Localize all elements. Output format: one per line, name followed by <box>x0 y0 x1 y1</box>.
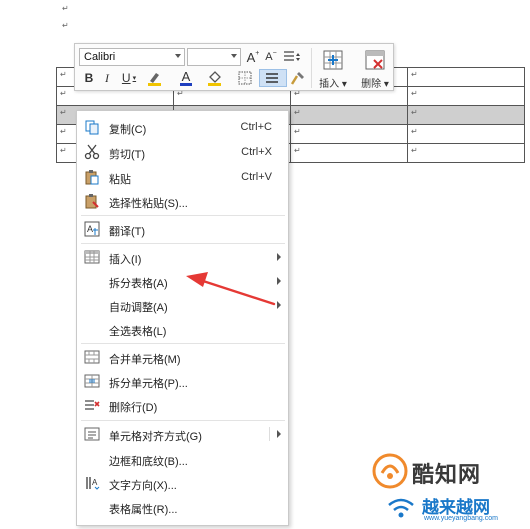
align-button[interactable] <box>259 69 287 87</box>
wifi-logo-icon <box>388 498 414 518</box>
underline-button[interactable]: U ▾ <box>117 69 141 87</box>
paint-bucket-icon <box>208 71 221 86</box>
borders-button[interactable] <box>233 69 257 87</box>
shrink-font-button[interactable]: A − <box>263 48 279 66</box>
table-insert-icon <box>323 50 343 70</box>
table-delete-icon <box>365 50 385 70</box>
font-name-select[interactable]: Calibri <box>79 48 185 66</box>
cell-align-icon <box>84 427 100 441</box>
submenu-arrow-icon <box>277 277 281 285</box>
table-cell[interactable]: ↵ <box>407 143 525 163</box>
copy-icon <box>85 120 99 135</box>
borders-icon <box>238 71 252 85</box>
table-cell[interactable]: ↵ <box>290 124 408 144</box>
bold-button[interactable]: B <box>81 69 97 87</box>
font-color-button[interactable]: A <box>173 69 199 87</box>
menu-item-cut[interactable]: 剪切(T) Ctrl+X <box>77 140 288 164</box>
line-spacing-button[interactable] <box>281 48 305 66</box>
table-cell[interactable]: ↵ <box>407 105 525 125</box>
paste-special-icon <box>85 194 99 209</box>
watermark-logo: 酷知网 越来越网 www.yueyangbang.com <box>352 451 530 529</box>
submenu-arrow-icon <box>277 430 281 438</box>
merge-cells-icon <box>84 350 100 364</box>
submenu-arrow-icon <box>277 253 281 261</box>
text-direction-icon: A <box>86 477 100 490</box>
menu-item-delete-row[interactable]: 删除行(D) <box>77 393 288 417</box>
submenu-divider <box>269 427 270 441</box>
toolbar-separator <box>311 48 312 88</box>
context-menu: 复制(C) Ctrl+C 剪切(T) Ctrl+X 粘贴 Ctrl+V 选择性粘… <box>76 110 289 526</box>
menu-separator <box>81 215 285 216</box>
table-insert-icon <box>84 250 100 264</box>
paragraph-mark: ↵ <box>62 4 69 13</box>
svg-text:A: A <box>92 478 98 487</box>
table-cell[interactable]: ↵ <box>407 124 525 144</box>
highlight-button[interactable] <box>143 69 169 87</box>
menu-item-translate[interactable]: A 翻译(T) <box>77 217 288 241</box>
menu-item-copy[interactable]: 复制(C) Ctrl+C <box>77 115 288 139</box>
format-painter-button[interactable] <box>289 69 307 87</box>
mini-toolbar: Calibri A + A − B I U ▾ A 插入 ▾ 删除 ▾ <box>74 43 394 91</box>
table-cell[interactable]: ↵ <box>290 143 408 163</box>
menu-item-borders-shading[interactable]: 边框和底纹(B)... <box>77 447 288 471</box>
table-cell[interactable]: ↵ <box>407 86 525 106</box>
menu-item-insert[interactable]: 插入(I) <box>77 245 288 269</box>
submenu-arrow-icon <box>277 301 281 309</box>
brand-name-top: 酷知网 <box>412 462 482 487</box>
fill-color-button[interactable] <box>203 69 229 87</box>
split-cells-icon <box>84 374 100 388</box>
translate-icon: A <box>84 221 100 237</box>
menu-item-select-table[interactable]: 全选表格(L) <box>77 317 288 341</box>
highlighter-icon <box>148 73 161 86</box>
grow-font-button[interactable]: A + <box>245 48 261 66</box>
paragraph-mark: ↵ <box>62 21 69 30</box>
font-color-bar <box>180 83 192 86</box>
brand-url: www.yueyangbang.com <box>424 515 498 522</box>
align-center-icon <box>266 73 278 83</box>
menu-separator <box>81 243 285 244</box>
menu-item-split-table[interactable]: 拆分表格(A) <box>77 269 288 293</box>
line-spacing-icon <box>284 51 300 61</box>
menu-item-autofit[interactable]: 自动调整(A) <box>77 293 288 317</box>
table-cell[interactable]: ↵ <box>290 105 408 125</box>
menu-item-split-cells[interactable]: 拆分单元格(P)... <box>77 369 288 393</box>
menu-item-table-properties[interactable]: 表格属性(R)... <box>77 495 288 519</box>
menu-item-paste[interactable]: 粘贴 Ctrl+V <box>77 165 288 189</box>
menu-separator <box>81 343 285 344</box>
font-size-select[interactable] <box>187 48 241 66</box>
scissors-icon <box>84 144 100 160</box>
paste-icon <box>85 170 99 185</box>
brand-logo-icon <box>372 453 408 489</box>
menu-item-cell-alignment[interactable]: 单元格对齐方式(G) <box>77 422 288 446</box>
table-cell[interactable]: ↵ <box>407 67 525 87</box>
menu-item-merge-cells[interactable]: 合并单元格(M) <box>77 345 288 369</box>
menu-separator <box>81 420 285 421</box>
svg-text:A: A <box>87 224 93 234</box>
delete-button[interactable]: 删除 ▾ <box>355 47 395 90</box>
menu-item-paste-special[interactable]: 选择性粘贴(S)... <box>77 189 288 213</box>
chevron-down-icon <box>231 54 237 58</box>
menu-item-text-direction[interactable]: A 文字方向(X)... <box>77 471 288 495</box>
italic-button[interactable]: I <box>99 69 115 87</box>
insert-button[interactable]: 插入 ▾ <box>313 47 353 90</box>
format-painter-icon <box>290 72 304 85</box>
chevron-down-icon <box>175 54 181 58</box>
delete-row-icon <box>85 400 100 410</box>
